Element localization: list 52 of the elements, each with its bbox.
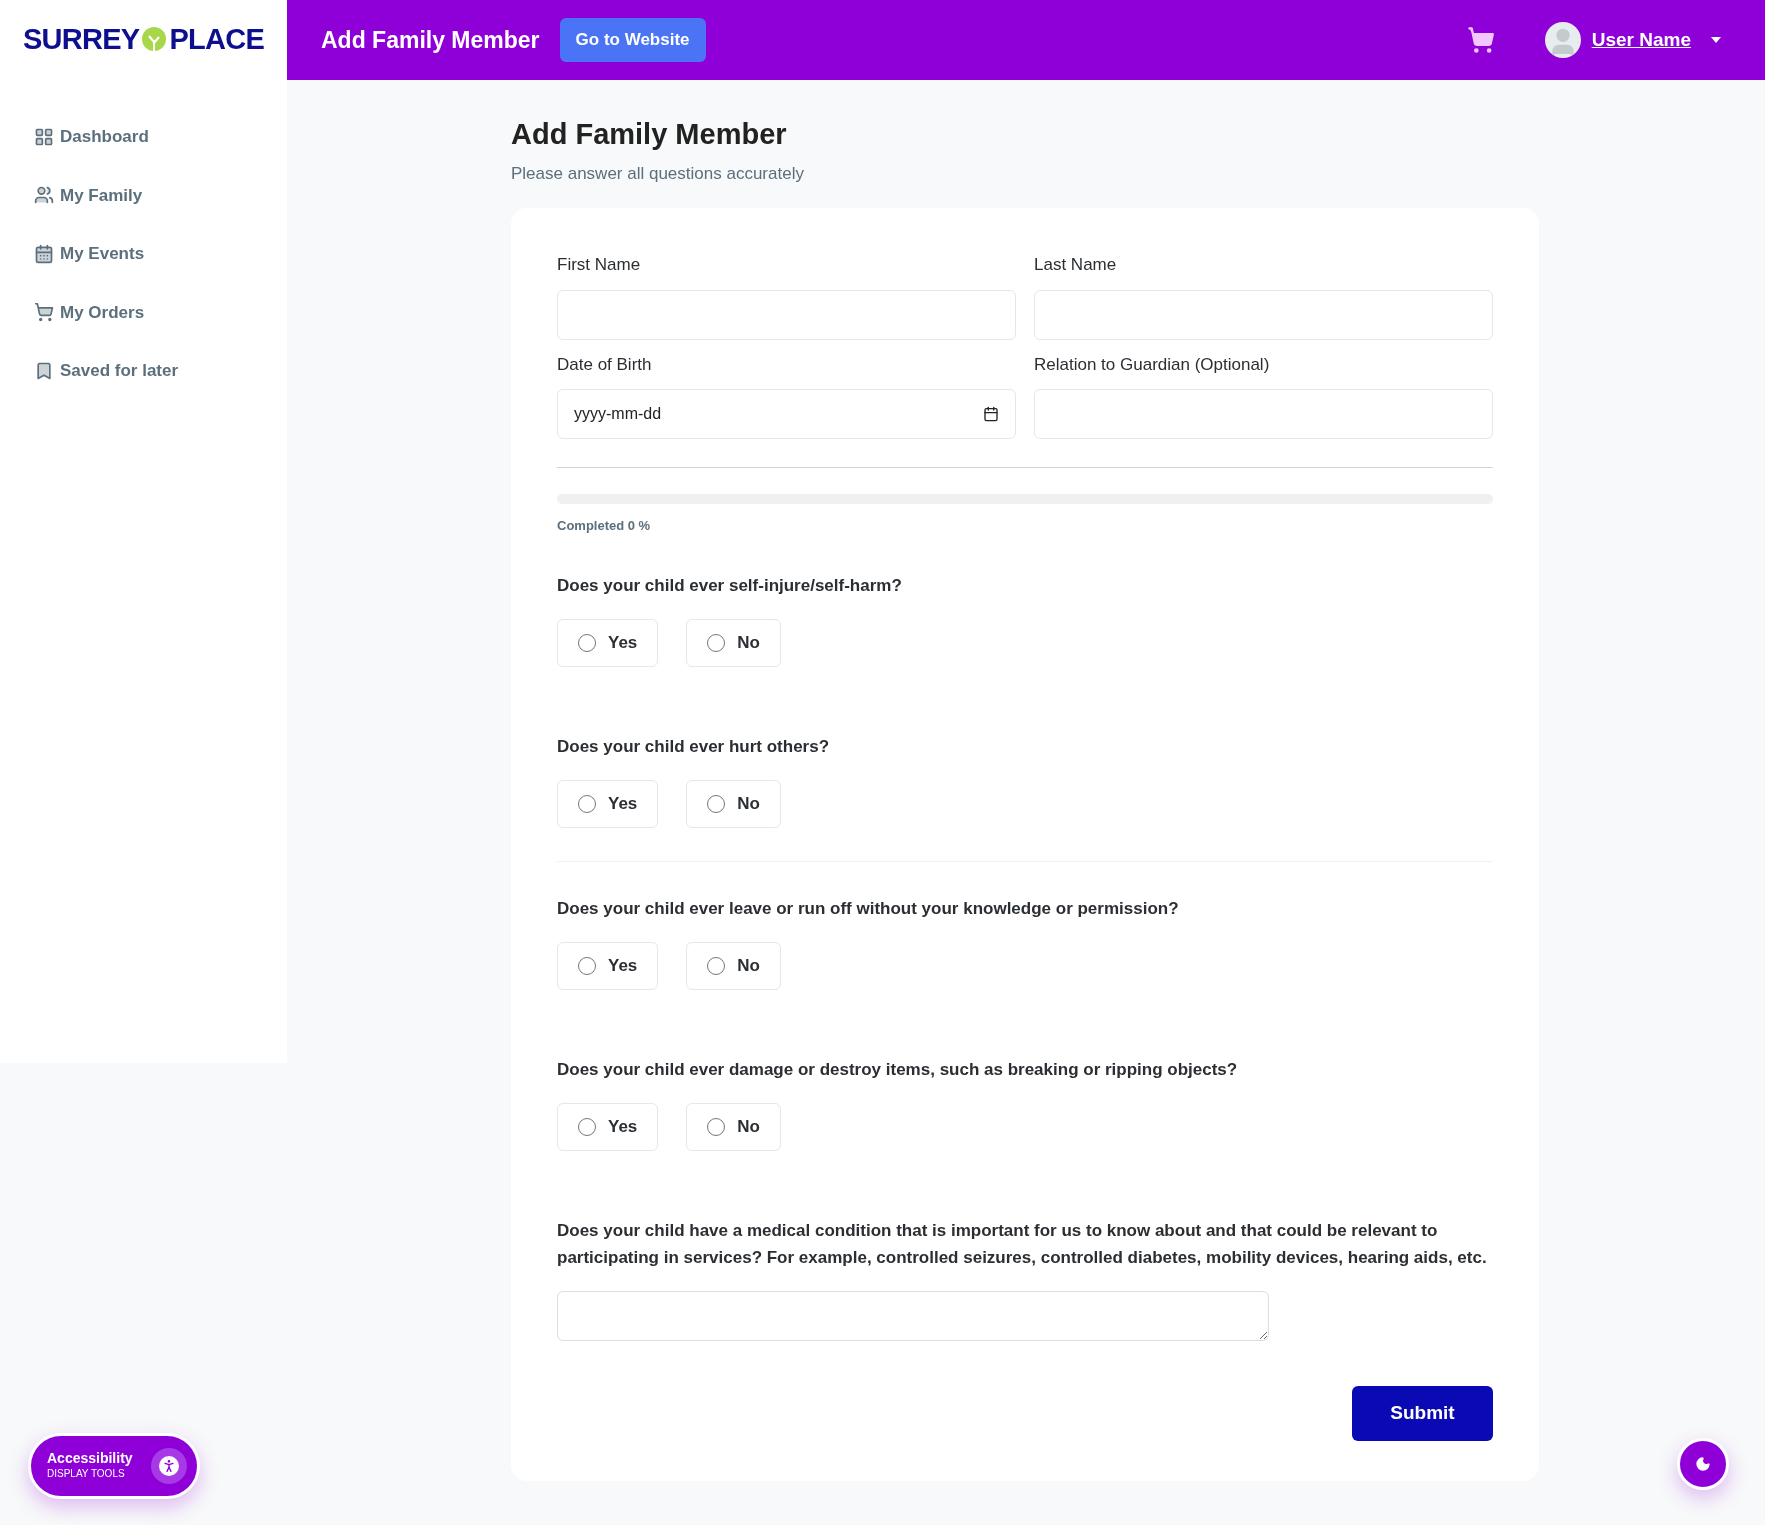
sidebar-item[interactable]: Dashboard: [34, 124, 287, 150]
sidebar-item[interactable]: My Orders: [34, 299, 287, 325]
field-label: Date of Birth: [557, 353, 653, 376]
field-label: Last Name: [1034, 254, 1118, 276]
radio-option[interactable]: No: [686, 618, 781, 667]
question-text: Does your child ever damage or destroy items, such as breaking or ripping objects?: [557, 1058, 1239, 1081]
website-button[interactable]: Go to Website: [559, 18, 706, 62]
question-text: Does your child ever hurt others?: [557, 735, 831, 758]
grid-icon: [34, 126, 54, 147]
accessibility-subtitle: DISPLAY TOOLS: [47, 1467, 126, 1481]
sidebar-item[interactable]: My Events: [34, 241, 287, 267]
calendar-icon: [34, 243, 54, 264]
date-placeholder: yyyy-mm-dd: [574, 404, 662, 424]
dark-mode-button[interactable]: [1677, 1438, 1729, 1490]
text-field[interactable]: [1034, 289, 1493, 340]
cart-icon: [34, 302, 54, 323]
page-title: Add Family Member: [511, 117, 788, 152]
logo-text: SURREY: [22, 22, 140, 58]
tree-icon: [140, 26, 169, 54]
accessibility-button[interactable]: Accessibility DISPLAY TOOLS: [28, 1433, 200, 1499]
field-label: Relation to Guardian (Optional): [1034, 353, 1271, 376]
progress-reading: Completed 0 %: [557, 517, 652, 535]
question-text: Does your child ever leave or run off without your knowledge or permission?: [557, 897, 1180, 920]
avatar[interactable]: [1544, 22, 1581, 58]
accessibility-icon: [151, 1448, 187, 1484]
page-subtitle: Please answer all questions accurately: [511, 162, 805, 185]
radio-option[interactable]: Yes: [557, 779, 659, 828]
cart-icon[interactable]: [1466, 26, 1495, 54]
accessibility-title: Accessibility: [47, 1450, 133, 1466]
moon-icon: [1695, 1456, 1711, 1472]
radio-option[interactable]: No: [686, 1102, 781, 1151]
text-field[interactable]: [557, 289, 1016, 340]
caret-icon[interactable]: [1711, 37, 1721, 43]
header-title: Add Family Member: [321, 25, 540, 55]
radio-option[interactable]: Yes: [557, 941, 659, 990]
field-label: First Name: [557, 254, 642, 276]
sidebar-item[interactable]: Saved for later: [34, 358, 287, 384]
radio-option[interactable]: Yes: [557, 618, 659, 667]
submit-button[interactable]: Submit: [1352, 1385, 1493, 1441]
date-field[interactable]: yyyy-mm-dd: [557, 389, 1016, 439]
people-icon: [34, 185, 54, 206]
radio-option[interactable]: No: [686, 941, 781, 990]
question-text: Does your child have a medical condition that is important for us to know about and that could be relevant to participating in services? For example, controlled seizures, controlled diabetes, mobility devices, hearing aids, etc.: [557, 1219, 1488, 1269]
bookmark-icon: [34, 360, 54, 381]
question-text: Does your child ever self-injure/self-harm?: [557, 574, 903, 597]
radio-option[interactable]: Yes: [557, 1102, 659, 1151]
user-name-link[interactable]: User Name: [1591, 25, 1691, 55]
sidebar-item[interactable]: My Family: [34, 182, 287, 208]
radio-option[interactable]: No: [686, 779, 781, 828]
logo-text: PLACE: [169, 22, 265, 58]
calendar-icon[interactable]: [983, 406, 999, 422]
text-field[interactable]: [1034, 389, 1493, 439]
